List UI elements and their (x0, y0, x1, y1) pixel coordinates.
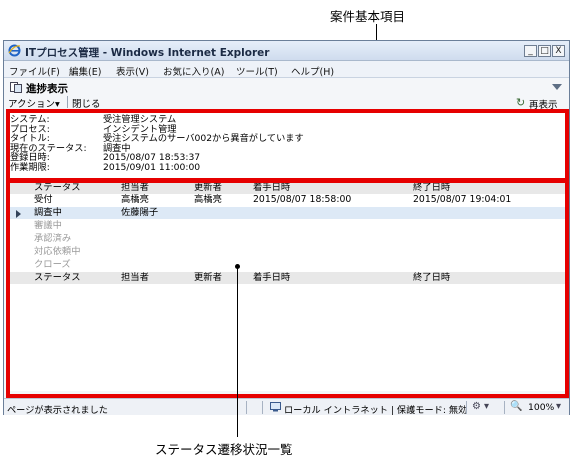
progress-page-icon (10, 82, 22, 93)
status-message: ページが表示されました (7, 405, 108, 416)
chevron-down-icon[interactable]: ▾ (484, 401, 489, 412)
status-divider (246, 401, 247, 414)
menu-view[interactable]: 表示(V) (116, 64, 149, 78)
app-toolbar: 進捗表示 アクション▾ 閉じる ↻ 再表示 (4, 78, 569, 111)
menu-file[interactable]: ファイル(F) (9, 64, 60, 78)
status-divider (262, 401, 263, 414)
refresh-icon[interactable]: ↻ (516, 96, 525, 109)
maximize-button[interactable]: □ (538, 45, 551, 57)
toolbar-divider (67, 96, 68, 108)
annotation-basic-items: 案件基本項目 (330, 9, 406, 24)
status-bar: ページが表示されました ローカル イントラネット | 保護モード: 無効 ⚙ ▾… (4, 398, 569, 416)
protected-mode-icon[interactable]: ⚙ (472, 401, 481, 412)
internet-explorer-icon (8, 44, 21, 57)
status-divider (466, 401, 467, 414)
minimize-button[interactable]: _ (524, 45, 537, 57)
menu-edit[interactable]: 編集(E) (69, 64, 101, 78)
page-title: 進捗表示 (26, 83, 68, 95)
status-divider (504, 401, 505, 414)
close-window-button[interactable]: X (552, 45, 565, 57)
zoom-icon[interactable]: 🔍 (510, 401, 522, 412)
annotation-status-list-leader (237, 267, 238, 437)
menu-bar: ファイル(F) 編集(E) 表示(V) お気に入り(A) ツール(T) ヘルプ(… (4, 61, 569, 78)
menu-help[interactable]: ヘルプ(H) (291, 64, 334, 78)
intranet-zone-icon (270, 402, 281, 412)
action-menu[interactable]: アクション▾ (8, 96, 60, 110)
annotation-status-list-dot (235, 264, 240, 269)
close-button[interactable]: 閉じる (72, 96, 101, 110)
title-bar: ITプロセス管理 - Windows Internet Explorer _ □… (4, 41, 569, 61)
zoom-chevron-down-icon[interactable]: ▾ (556, 401, 561, 412)
status-list-highlight-frame (6, 178, 569, 398)
basic-items-highlight-frame (6, 109, 569, 183)
window-title: ITプロセス管理 - Windows Internet Explorer (25, 47, 270, 59)
menu-tools[interactable]: ツール(T) (236, 64, 278, 78)
menu-favorites[interactable]: お気に入り(A) (163, 64, 224, 78)
annotation-status-list: ステータス遷移状況一覧 (155, 442, 293, 457)
zoom-level[interactable]: 100% (528, 402, 554, 413)
security-zone: ローカル イントラネット | 保護モード: 無効 (284, 405, 468, 416)
collapse-arrow-icon[interactable] (552, 84, 562, 90)
